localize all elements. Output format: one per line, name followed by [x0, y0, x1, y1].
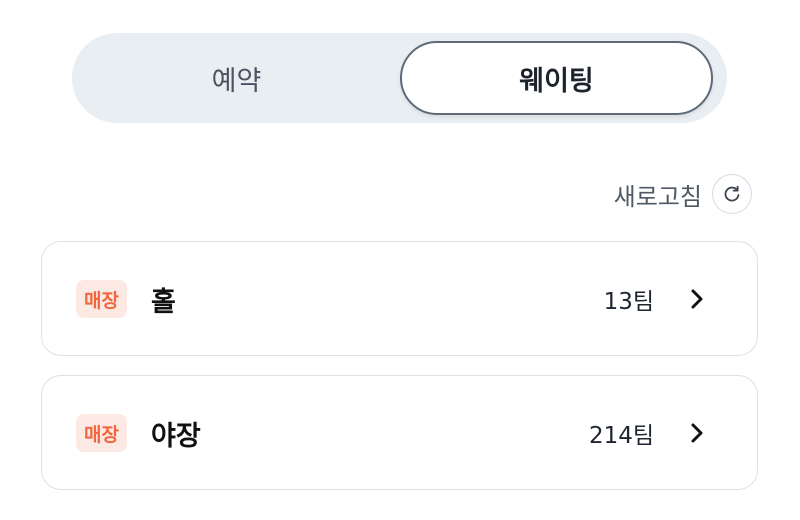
store-badge: 매장 — [76, 414, 127, 452]
chevron-right-icon — [683, 419, 711, 447]
waiting-page: 예약 웨이팅 새로고침 매장 홀 13팀 매장 야장 214팀 — [0, 0, 800, 520]
chevron-right-icon — [683, 285, 711, 313]
refresh-label: 새로고침 — [613, 182, 702, 211]
team-count: 214팀 — [588, 423, 654, 449]
area-card-outdoor[interactable]: 매장 야장 214팀 — [41, 375, 758, 490]
tab-waiting[interactable]: 웨이팅 — [400, 41, 713, 115]
tab-reservation[interactable]: 예약 — [80, 41, 393, 115]
area-name: 야장 — [151, 420, 201, 452]
tab-switcher: 예약 웨이팅 — [72, 33, 727, 123]
area-name: 홀 — [151, 286, 176, 318]
store-badge: 매장 — [76, 280, 127, 318]
team-count: 13팀 — [603, 289, 654, 315]
refresh-button[interactable]: 새로고침 — [614, 172, 752, 216]
area-card-hall[interactable]: 매장 홀 13팀 — [41, 241, 758, 356]
refresh-icon — [712, 174, 752, 214]
